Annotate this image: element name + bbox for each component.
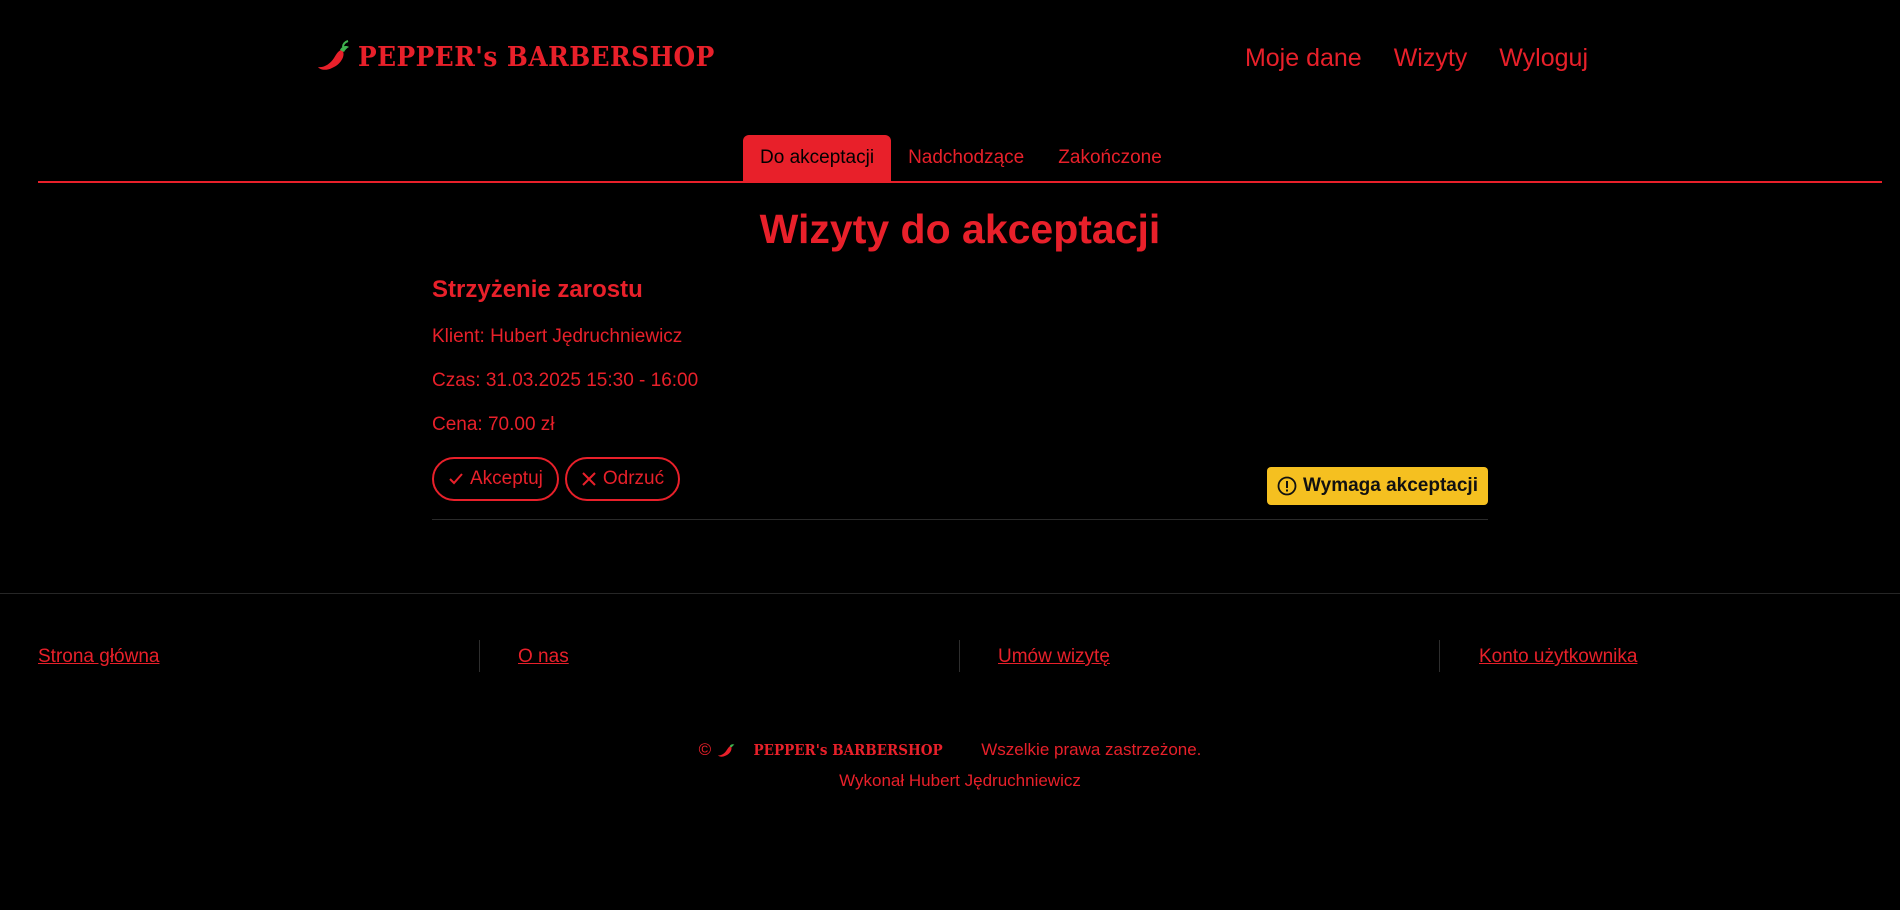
visit-client: Klient: Hubert Jędruchniewicz xyxy=(432,326,683,347)
visit-actions: Akceptuj Odrzuć xyxy=(432,457,681,501)
status-badge-label: Wymaga akceptacji xyxy=(1303,475,1478,496)
footer-link-home[interactable]: Strona główna xyxy=(38,646,159,668)
footer-link-book[interactable]: Umów wizytę xyxy=(998,646,1110,668)
footer-link-about[interactable]: O nas xyxy=(518,646,569,668)
footer-separator xyxy=(1439,640,1440,672)
logo[interactable]: PEPPER's BARBERSHOP xyxy=(316,40,746,74)
close-icon xyxy=(582,472,596,486)
nav-logout[interactable]: Wyloguj xyxy=(1499,44,1588,73)
page-title: Wizyty do akceptacji xyxy=(759,206,1161,252)
accept-button-label: Akceptuj xyxy=(470,468,543,489)
nav-my-data[interactable]: Moje dane xyxy=(1245,44,1362,73)
chili-pepper-icon xyxy=(718,744,735,757)
copyright-symbol: © xyxy=(698,740,712,759)
footer-link-account[interactable]: Konto użytkownika xyxy=(1479,646,1637,668)
copyright-rights: Wszelkie prawa zastrzeżone. xyxy=(981,740,1202,759)
visit-tabs: Do akceptacji Nadchodzące Zakończone xyxy=(38,135,1882,183)
visit-price: Cena: 70.00 zł xyxy=(432,414,555,435)
exclamation-circle-icon xyxy=(1277,476,1297,496)
reject-button-label: Odrzuć xyxy=(602,468,665,489)
visit-card: Strzyżenie zarostu Klient: Hubert Jędruc… xyxy=(432,272,1488,520)
status-badge: Wymaga akceptacji xyxy=(1267,467,1488,505)
main-nav: Moje dane Wizyty Wyloguj xyxy=(1245,44,1588,73)
visit-service: Strzyżenie zarostu xyxy=(432,276,643,303)
footer-separator xyxy=(959,640,960,672)
accept-button[interactable]: Akceptuj xyxy=(432,457,559,501)
logo-text: PEPPER's BARBERSHOP xyxy=(358,41,715,73)
tab-completed[interactable]: Zakończone xyxy=(1041,135,1179,181)
nav-visits[interactable]: Wizyty xyxy=(1394,44,1468,73)
chili-pepper-icon xyxy=(318,40,349,70)
reject-button[interactable]: Odrzuć xyxy=(564,457,681,501)
footer-credit: Wykonał Hubert Jędruchniewicz xyxy=(839,771,1081,790)
tab-pending[interactable]: Do akceptacji xyxy=(743,135,892,181)
header: PEPPER's BARBERSHOP Moje dane Wizyty Wyl… xyxy=(0,0,1900,120)
check-icon xyxy=(449,473,463,485)
footer-separator xyxy=(479,640,480,672)
visit-time: Czas: 31.03.2025 15:30 - 16:00 xyxy=(432,370,699,391)
copyright: © PEPPER's BARBERSHOP Wszelkie prawa zas… xyxy=(0,740,1900,760)
footer-links: Strona główna O nas Umów wizytę Konto uż… xyxy=(0,640,1900,672)
copyright-brand: PEPPER's BARBERSHOP xyxy=(753,741,943,759)
tab-upcoming[interactable]: Nadchodzące xyxy=(891,135,1041,181)
footer-divider xyxy=(0,593,1900,594)
